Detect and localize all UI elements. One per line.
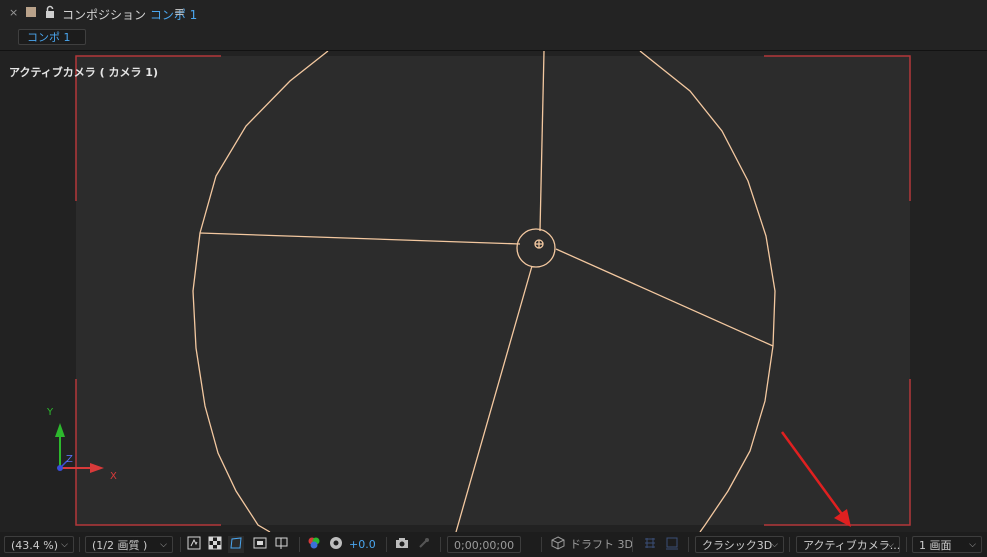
divider bbox=[688, 537, 689, 552]
view-layout-dropdown[interactable]: 1 画面 ⌵ bbox=[912, 536, 982, 553]
chevron-down-icon: ⌵ bbox=[160, 540, 167, 550]
exposure-value[interactable]: +0.0 bbox=[349, 536, 376, 553]
panel-menu-icon[interactable]: ≡ bbox=[174, 5, 185, 20]
divider bbox=[180, 537, 181, 552]
show-snapshot-icon[interactable] bbox=[416, 536, 432, 553]
transparency-grid-icon[interactable] bbox=[207, 536, 223, 553]
composition-area bbox=[76, 56, 910, 525]
tab-comp-1[interactable]: コンポ 1 bbox=[18, 29, 86, 45]
viewer-canvas bbox=[55, 51, 911, 532]
region-of-interest-icon[interactable] bbox=[252, 536, 268, 553]
divider bbox=[541, 537, 542, 552]
axis-label-y: Y bbox=[47, 407, 54, 418]
extended-viewer-icon[interactable] bbox=[664, 536, 680, 553]
axis-label-z: Z bbox=[66, 454, 73, 465]
chevron-down-icon: ⌵ bbox=[969, 540, 976, 550]
zoom-dropdown[interactable]: (43.4 %) ⌵ bbox=[4, 536, 74, 553]
channel-rgb-icon[interactable] bbox=[306, 536, 322, 553]
panel-header: × コンポジション コンポ 1 ≡ bbox=[0, 0, 987, 26]
divider bbox=[789, 537, 790, 552]
divider bbox=[440, 537, 441, 552]
chevron-down-icon: ⌵ bbox=[771, 540, 778, 550]
view-label: アクティブカメラ ( カメラ 1) bbox=[9, 66, 158, 79]
chevron-down-icon: ⌵ bbox=[887, 540, 894, 550]
3d-view-dropdown[interactable]: アクティブカメラ... ⌵ bbox=[796, 536, 900, 553]
divider bbox=[632, 537, 633, 552]
3d-ground-plane-icon[interactable] bbox=[642, 536, 658, 553]
fast-preview-icon[interactable] bbox=[186, 536, 202, 553]
resolution-dropdown[interactable]: (1/2 画質 ) ⌵ bbox=[85, 536, 173, 553]
label-color-swatch[interactable] bbox=[26, 7, 36, 17]
snapshot-camera-icon[interactable] bbox=[394, 536, 410, 553]
chevron-down-icon: ⌵ bbox=[61, 540, 68, 550]
divider bbox=[299, 537, 300, 552]
grid-guide-icon[interactable] bbox=[274, 536, 290, 553]
view-layout-value: 1 画面 bbox=[919, 539, 952, 552]
comp-tab-row: コンポ 1 bbox=[0, 26, 987, 50]
close-panel-icon[interactable]: × bbox=[9, 6, 18, 19]
mask-path-visibility-icon[interactable] bbox=[228, 536, 244, 553]
renderer-dropdown[interactable]: クラシック3D ⌵ bbox=[695, 536, 784, 553]
reset-exposure-icon[interactable] bbox=[328, 536, 344, 553]
draft-3d-cube-icon[interactable] bbox=[550, 536, 566, 553]
composition-viewer[interactable]: アクティブカメラ ( カメラ 1) Y Z X bbox=[0, 51, 987, 532]
resolution-value: (1/2 画質 ) bbox=[92, 539, 148, 552]
draft-3d-label[interactable]: ドラフト 3D bbox=[570, 536, 633, 553]
current-time-field[interactable]: 0;00;00;00 bbox=[447, 536, 522, 553]
divider bbox=[906, 537, 907, 552]
axis-label-x: X bbox=[110, 471, 117, 482]
divider bbox=[79, 537, 80, 552]
lock-icon[interactable] bbox=[44, 5, 56, 19]
viewer-status-bar: (43.4 %) ⌵ (1/2 画質 ) ⌵ +0.0 0;00;00;00 ドラフ… bbox=[0, 532, 987, 557]
3d-view-value: アクティブカメラ... bbox=[803, 539, 901, 552]
divider bbox=[386, 537, 387, 552]
renderer-value: クラシック3D bbox=[702, 539, 773, 552]
panel-title-prefix: コンポジション bbox=[62, 8, 150, 22]
zoom-value: (43.4 %) bbox=[11, 539, 59, 552]
